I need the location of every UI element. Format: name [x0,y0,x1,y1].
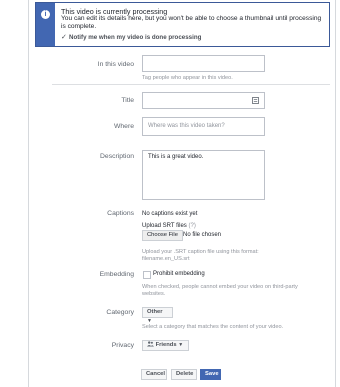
upload-srt-text: Upload SRT files [142,223,187,229]
notify-check-icon[interactable]: ✓ [61,33,67,41]
upload-srt-label: Upload SRT files (?) [142,223,196,229]
section-divider [52,84,330,85]
captions-status: No captions exist yet [142,211,198,217]
info-icon: i [41,10,50,19]
title-input[interactable] [142,92,265,109]
tags-input[interactable] [142,55,265,72]
privacy-label: Privacy [111,342,134,349]
save-button[interactable]: Save [200,369,221,380]
prohibit-embedding-label[interactable]: Prohibit embedding [153,271,205,277]
notify-label[interactable]: Notify me when my video is done processi… [69,34,201,41]
cancel-button[interactable]: Cancel [141,369,167,380]
category-help: Select a category that matches the conte… [142,324,284,330]
form-icon [252,97,259,104]
where-input[interactable]: Where was this video taken? [142,117,265,136]
chevron-down-icon: ▼ [178,342,184,348]
processing-banner: i This video is currently processing You… [35,2,330,47]
banner-text: You can edit its details here, but you w… [61,15,322,30]
captions-help-line2: filename.en_US.srt [142,256,190,262]
captions-help-line1: Upload your .SRT caption file using this… [142,249,259,255]
choose-file-button[interactable]: Choose File [142,230,183,241]
no-file-chosen: No file chosen [183,232,222,238]
captions-label: Captions [107,210,134,217]
help-mark[interactable]: (?) [188,223,195,229]
category-selected: Other [147,309,163,315]
prohibit-embedding-checkbox[interactable] [143,271,151,279]
friends-icon [147,341,154,347]
category-select[interactable]: Other ▼ [142,307,173,324]
tags-label: In this video [97,61,134,68]
embedding-help: When checked, people cannot embed your v… [142,284,298,297]
description-label: Description [100,153,134,160]
where-label: Where [113,123,134,130]
privacy-select[interactable]: Friends ▼ [142,340,189,351]
description-textarea[interactable]: This is a great video. [142,150,265,200]
title-label: Title [121,97,134,104]
tags-help: Tag people who appear in this video. [142,75,233,81]
privacy-selected: Friends [155,342,177,348]
category-label: Category [106,309,134,316]
embedding-label: Embedding [99,271,134,278]
delete-button[interactable]: Delete [171,369,197,380]
banner-accent-bar: i [36,3,55,46]
